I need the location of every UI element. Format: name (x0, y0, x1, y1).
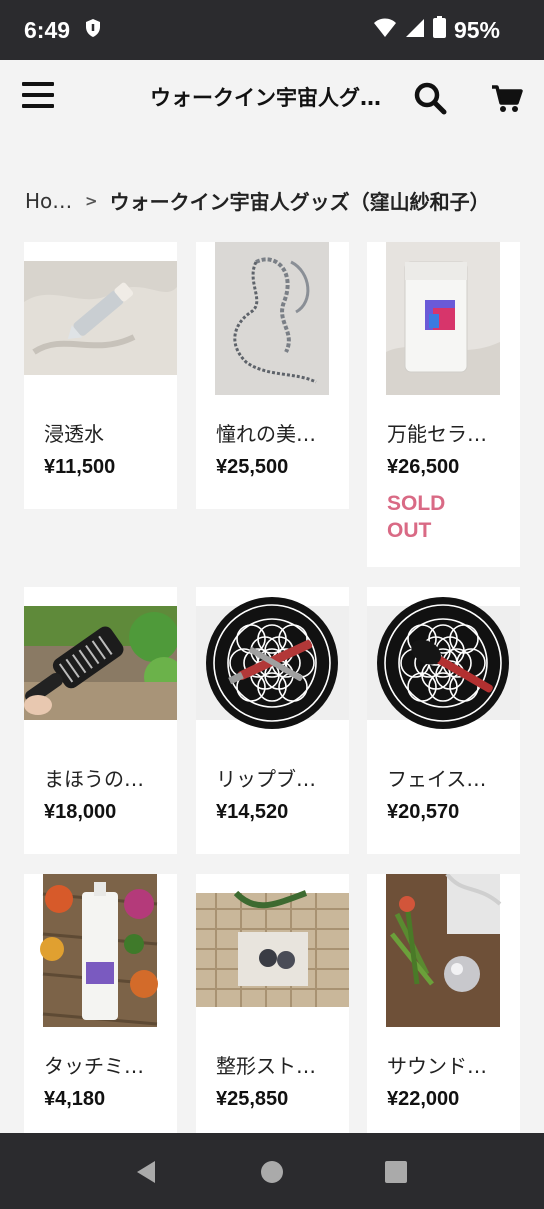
product-name: フェイス… (387, 767, 487, 791)
product-card[interactable]: 万能セラ… ¥26,500 SOLD OUT (367, 242, 520, 567)
product-name: 整形スト… (216, 1054, 316, 1078)
status-time: 6:49 (24, 16, 71, 43)
breadcrumb-home-link[interactable]: Home (25, 189, 73, 213)
breadcrumb-current: ウォークイン宇宙人グッズ（窪山紗和子） (109, 190, 490, 214)
home-icon[interactable] (259, 1159, 285, 1189)
product-price: ¥25,500 (216, 456, 289, 478)
status-left: 6:49 (24, 17, 102, 44)
product-price: ¥20,570 (387, 801, 460, 823)
product-name: 浸透水 (44, 422, 104, 446)
product-card[interactable]: 浸透水 ¥11,500 (24, 242, 177, 509)
product-price: ¥25,850 (216, 1088, 289, 1110)
product-card[interactable]: 憧れの美… ¥25,500 (196, 242, 349, 509)
shield-icon (84, 17, 102, 44)
app-header: ウォークイン宇宙人グッズ（窪山紗和子） (0, 60, 544, 136)
product-card[interactable]: リップブ… ¥14,520 (196, 587, 349, 854)
product-price: ¥26,500 (387, 456, 460, 478)
product-name: 万能セラ… (387, 422, 487, 446)
product-price: ¥11,500 (44, 456, 116, 478)
search-icon[interactable] (414, 82, 448, 116)
product-card[interactable]: フェイス… ¥20,570 (367, 587, 520, 854)
back-icon[interactable] (133, 1159, 159, 1189)
product-name: サウンド… (387, 1054, 487, 1078)
product-image (367, 874, 520, 1027)
product-price: ¥18,000 (44, 801, 117, 823)
product-image (196, 587, 349, 740)
signal-icon (405, 17, 425, 44)
status-right: 95% (373, 16, 500, 44)
product-price: ¥4,180 (44, 1088, 106, 1110)
product-card[interactable]: サウンド… ¥22,000 (367, 874, 520, 1133)
product-card[interactable]: 整形スト… ¥25,850 (196, 874, 349, 1133)
product-price: ¥14,520 (216, 801, 289, 823)
wifi-icon (373, 17, 397, 44)
product-name: 憧れの美… (216, 422, 316, 446)
breadcrumb: Home > ウォークイン宇宙人グッズ（窪山紗和子） (25, 186, 525, 215)
product-image (24, 874, 177, 1027)
sold-out-label: SOLD OUT (387, 492, 446, 542)
battery-level: 95% (453, 16, 500, 43)
recents-icon[interactable] (384, 1160, 408, 1188)
product-image (24, 587, 177, 740)
cart-icon[interactable] (490, 82, 524, 116)
system-nav-bar (0, 1133, 544, 1209)
product-image (367, 587, 520, 740)
product-image (196, 242, 349, 395)
product-image (24, 242, 177, 395)
status-bar: 6:49 95% (0, 0, 544, 60)
menu-icon[interactable] (22, 82, 54, 112)
product-name: リップブ… (216, 767, 316, 791)
shop-title[interactable]: ウォークイン宇宙人グッズ（窪山紗和子） (150, 82, 400, 112)
product-card[interactable]: まほうの… ¥18,000 (24, 587, 177, 854)
product-name: まほうの… (44, 767, 144, 791)
product-card[interactable]: タッチミ… ¥4,180 (24, 874, 177, 1133)
battery-icon (432, 16, 446, 44)
breadcrumb-separator: > (85, 191, 98, 210)
product-price: ¥22,000 (387, 1088, 460, 1110)
product-name: タッチミ… (44, 1054, 144, 1078)
product-image (367, 242, 520, 395)
product-image (196, 874, 349, 1027)
